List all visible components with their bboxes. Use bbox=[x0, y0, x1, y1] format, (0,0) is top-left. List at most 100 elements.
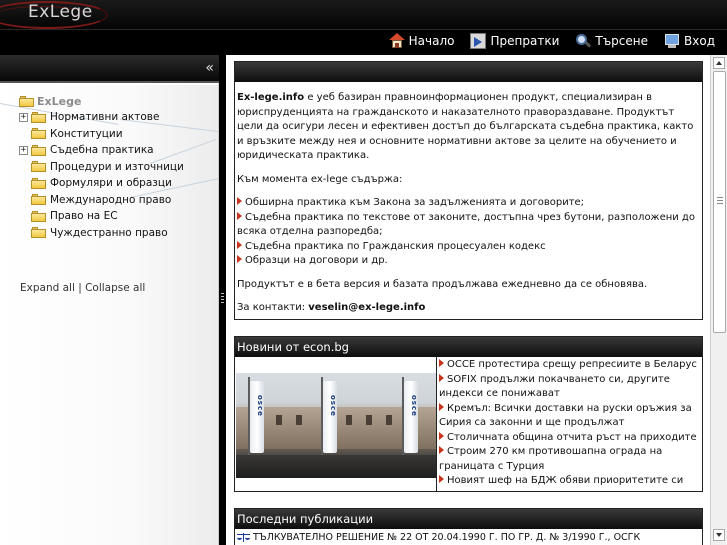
folder-icon bbox=[31, 128, 46, 140]
flag-text: osce bbox=[410, 395, 418, 417]
tree-item-eu-law[interactable]: Право на ЕС bbox=[19, 208, 184, 225]
nav-search-label: Търсене bbox=[595, 34, 649, 48]
panel-splitter[interactable] bbox=[219, 55, 226, 545]
contents-intro: Към момента ex-lege съдържа: bbox=[237, 173, 403, 185]
folder-icon bbox=[31, 144, 46, 156]
list-item-text: Съдебна практика по текстове от законите… bbox=[237, 211, 695, 238]
bullet-arrow-icon bbox=[237, 211, 242, 220]
site-logo[interactable]: ExLege bbox=[28, 2, 93, 22]
bullet-arrow-icon bbox=[439, 431, 444, 440]
publications-panel-title: Последни публикации bbox=[235, 509, 702, 529]
news-item-text: Новият шеф на БДЖ обяви приоритетите си bbox=[447, 475, 684, 486]
news-item-text: Строим 270 км противошапна ограда на гра… bbox=[439, 446, 663, 472]
nav-links-link[interactable]: Препратки bbox=[470, 32, 559, 50]
news-list: ОССЕ протестира срещу репресиите в Белар… bbox=[437, 357, 702, 491]
publication-item[interactable]: ТЪЛКУВАТЕЛНО РЕШЕНИЕ № 22 ОТ 20.04.1990 … bbox=[235, 529, 702, 545]
collapse-all-link[interactable]: Collapse all bbox=[85, 282, 145, 294]
nav-home-link[interactable]: Начало bbox=[388, 32, 455, 50]
news-item-text: ОССЕ протестира срещу репресиите в Белар… bbox=[447, 359, 697, 370]
scroll-up-button[interactable] bbox=[713, 57, 725, 69]
sidebar-collapse-button[interactable]: « bbox=[205, 60, 213, 76]
publications-panel: Последни публикации ТЪЛКУВАТЕЛНО РЕШЕНИЕ… bbox=[234, 508, 703, 545]
news-image: osce osce osce bbox=[236, 373, 436, 478]
tree-item-forms[interactable]: Формуляри и образци bbox=[19, 175, 184, 192]
contents-list: Обширна практика към Закона за задължени… bbox=[237, 196, 700, 269]
expand-toggle-icon[interactable]: + bbox=[19, 112, 28, 122]
tree-item-label: Чуждестранно право bbox=[50, 226, 168, 239]
site-header: ExLege bbox=[0, 0, 727, 29]
home-icon bbox=[388, 33, 405, 49]
top-navbar: Начало Препратки Търсене Вход bbox=[0, 29, 727, 52]
login-icon bbox=[664, 33, 680, 49]
tree-expand-controls: Expand all | Collapse all bbox=[20, 282, 145, 294]
flag-text: osce bbox=[256, 395, 264, 417]
scrollbar-thumb[interactable] bbox=[713, 71, 726, 333]
bullet-arrow-icon bbox=[439, 359, 444, 367]
news-item-text: Кремъл: Всички доставки на руски оръжия … bbox=[439, 402, 692, 429]
news-item[interactable]: ОССЕ протестира срещу репресиите в Белар… bbox=[439, 358, 701, 373]
news-item[interactable]: Новият шеф на БДЖ обяви приоритетите си bbox=[439, 474, 701, 489]
tree-item-label: Процедури и източници bbox=[50, 160, 184, 173]
expand-toggle-icon[interactable]: + bbox=[19, 145, 28, 155]
scroll-down-button[interactable] bbox=[713, 529, 725, 541]
tree-item-foreign-law[interactable]: Чуждестранно право bbox=[19, 225, 184, 242]
nav-links-label: Препратки bbox=[490, 34, 560, 48]
sidebar-header: « bbox=[0, 55, 219, 83]
scales-of-justice-icon bbox=[237, 532, 250, 543]
folder-icon bbox=[31, 177, 46, 189]
bullet-arrow-icon bbox=[439, 373, 444, 382]
tree-item-label: Съдебна практика bbox=[50, 144, 154, 157]
tree-item-label: Право на ЕС bbox=[50, 210, 118, 223]
tree-item-label: Формуляри и образци bbox=[50, 177, 172, 190]
bullet-arrow-icon bbox=[237, 255, 242, 263]
bullet-arrow-icon bbox=[237, 240, 242, 249]
publication-item-text: ТЪЛКУВАТЕЛНО РЕШЕНИЕ № 22 ОТ 20.04.1990 … bbox=[253, 532, 641, 543]
list-item: Съдебна практика по текстове от законите… bbox=[237, 211, 700, 240]
list-item: Обширна практика към Закона за задължени… bbox=[237, 196, 700, 211]
folder-icon bbox=[19, 95, 34, 107]
bullet-arrow-icon bbox=[439, 402, 444, 411]
nav-home-label: Начало bbox=[408, 34, 455, 48]
tree-item-case-law[interactable]: + Съдебна практика bbox=[19, 142, 184, 159]
tree-item-label: Международно право bbox=[50, 193, 172, 206]
expand-all-link[interactable]: Expand all bbox=[20, 282, 75, 294]
beta-notice: Продуктът е в бета версия и базата продъ… bbox=[237, 278, 648, 290]
intro-panel-header bbox=[235, 62, 702, 82]
bullet-arrow-icon bbox=[439, 446, 444, 454]
list-item-text: Обширна практика към Закона за задължени… bbox=[245, 197, 585, 208]
folder-icon bbox=[31, 161, 46, 173]
contact-line: За контакти: veselin@ex-lege.info bbox=[237, 301, 700, 316]
tree-item-normative-acts[interactable]: + Нормативни актове bbox=[19, 109, 184, 126]
app-window: ExLege Начало Препратки Търсене Вход « E… bbox=[0, 0, 727, 545]
expand-separator: | bbox=[74, 282, 86, 294]
tree-root[interactable]: ExLege bbox=[19, 93, 184, 109]
intro-text: Ex-lege.info е уеб базиран правноинформа… bbox=[235, 82, 702, 316]
news-photo[interactable]: osce osce osce bbox=[235, 357, 437, 491]
folder-icon bbox=[31, 194, 46, 206]
left-sidebar: « ExLege + Нормативни актове Конституции… bbox=[0, 55, 219, 545]
nav-login-link[interactable]: Вход bbox=[664, 32, 715, 50]
main-scrollbar[interactable] bbox=[710, 55, 727, 545]
tree-item-constitutions[interactable]: Конституции bbox=[19, 126, 184, 143]
tree-item-international-law[interactable]: Международно право bbox=[19, 192, 184, 209]
tree-root-label: ExLege bbox=[37, 94, 82, 108]
news-item[interactable]: Столичната община отчита ръст на приходи… bbox=[439, 431, 701, 446]
splitter-grip-icon[interactable] bbox=[221, 293, 224, 305]
nav-search-link[interactable]: Търсене bbox=[575, 32, 648, 50]
contact-label: За контакти: bbox=[237, 302, 309, 313]
links-icon bbox=[470, 33, 487, 49]
contact-email-link[interactable]: veselin@ex-lege.info bbox=[308, 302, 425, 313]
arrow-down-icon bbox=[716, 533, 722, 537]
news-item[interactable]: SOFIX продължи покачването си, другите и… bbox=[439, 373, 701, 402]
category-tree: ExLege + Нормативни актове Конституции +… bbox=[19, 93, 184, 241]
news-item[interactable]: Кремъл: Всички доставки на руски оръжия … bbox=[439, 402, 701, 431]
tree-item-procedures[interactable]: Процедури и източници bbox=[19, 159, 184, 176]
main-content: Ex-lege.info е уеб базиран правноинформа… bbox=[226, 55, 710, 545]
folder-icon bbox=[31, 210, 46, 222]
news-item[interactable]: Строим 270 км противошапна ограда на гра… bbox=[439, 445, 701, 474]
